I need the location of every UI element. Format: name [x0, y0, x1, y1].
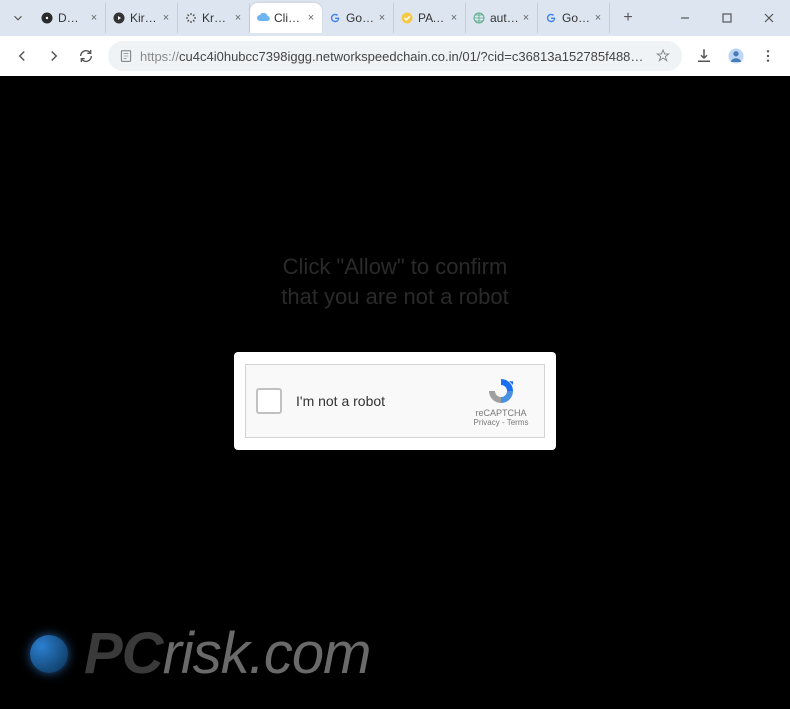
captcha-links[interactable]: Privacy - Terms — [474, 418, 529, 427]
tab-history-dropdown[interactable] — [6, 6, 30, 30]
new-tab-button[interactable]: + — [614, 4, 642, 32]
close-icon[interactable]: × — [304, 11, 318, 25]
maximize-button[interactable] — [706, 0, 748, 36]
url-text: https://cu4c4i0hubcc7398iggg.networkspee… — [140, 49, 648, 64]
navigation-bar: https://cu4c4i0hubcc7398iggg.networkspee… — [0, 36, 790, 76]
tab-title: auto-l — [490, 11, 519, 25]
tab-title: KirisTV — [130, 11, 159, 25]
tab-title: Click " — [274, 11, 304, 25]
forward-button[interactable] — [38, 40, 70, 72]
check-icon — [400, 11, 414, 25]
site-info-icon[interactable] — [118, 48, 134, 64]
page-content: Click "Allow" to confirm that you are no… — [0, 76, 790, 709]
minimize-button[interactable] — [664, 0, 706, 36]
address-bar[interactable]: https://cu4c4i0hubcc7398iggg.networkspee… — [108, 41, 682, 71]
google-icon — [328, 11, 342, 25]
back-button[interactable] — [6, 40, 38, 72]
disk-icon — [40, 11, 54, 25]
video-icon — [112, 11, 126, 25]
download-button[interactable] — [688, 40, 720, 72]
tab-title: Kraven — [202, 11, 231, 25]
browser-chrome: DOWN × KirisTV × Kraven × Click " × Goog… — [0, 0, 790, 77]
captcha-brand-text: reCAPTCHA — [475, 408, 526, 418]
tab-download[interactable]: DOWN × — [34, 3, 106, 33]
chevron-down-icon — [11, 11, 25, 25]
tab-strip: DOWN × KirisTV × Kraven × Click " × Goog… — [0, 0, 790, 36]
tab-click-allow[interactable]: Click " × — [250, 3, 322, 33]
prompt-line-2: that you are not a robot — [0, 282, 790, 312]
spinner-icon — [184, 11, 198, 25]
close-window-button[interactable] — [748, 0, 790, 36]
recaptcha-icon — [486, 376, 516, 406]
tab-title: Google — [562, 11, 591, 25]
close-icon[interactable]: × — [375, 11, 389, 25]
close-icon[interactable]: × — [87, 11, 101, 25]
close-icon[interactable]: × — [447, 11, 461, 25]
close-icon[interactable]: × — [231, 11, 245, 25]
profile-button[interactable] — [720, 40, 752, 72]
tab-google-2[interactable]: Google × — [538, 3, 610, 33]
captcha-card: I'm not a robot reCAPTCHA Privacy - Term… — [234, 352, 556, 450]
tab-payment[interactable]: PAYME × — [394, 3, 466, 33]
window-controls — [664, 0, 790, 36]
captcha-checkbox[interactable] — [256, 388, 282, 414]
tab-google-1[interactable]: Google × — [322, 3, 394, 33]
tab-title: DOWN — [58, 11, 87, 25]
tab-auto[interactable]: auto-l × — [466, 3, 538, 33]
prompt-line-1: Click "Allow" to confirm — [0, 252, 790, 282]
close-icon[interactable]: × — [519, 11, 533, 25]
tab-title: PAYME — [418, 11, 447, 25]
close-icon[interactable]: × — [591, 11, 605, 25]
tab-title: Google — [346, 11, 375, 25]
captcha-widget: I'm not a robot reCAPTCHA Privacy - Term… — [245, 364, 545, 438]
tab-kiristv[interactable]: KirisTV × — [106, 3, 178, 33]
globe-icon — [472, 11, 486, 25]
close-icon[interactable]: × — [159, 11, 173, 25]
bookmark-icon[interactable] — [654, 47, 672, 65]
captcha-label: I'm not a robot — [296, 393, 468, 409]
captcha-brand: reCAPTCHA Privacy - Terms — [468, 376, 534, 427]
menu-button[interactable] — [752, 40, 784, 72]
reload-button[interactable] — [70, 40, 102, 72]
cloud-icon — [256, 11, 270, 25]
scam-prompt: Click "Allow" to confirm that you are no… — [0, 252, 790, 311]
google-icon — [544, 11, 558, 25]
tab-kraven[interactable]: Kraven × — [178, 3, 250, 33]
